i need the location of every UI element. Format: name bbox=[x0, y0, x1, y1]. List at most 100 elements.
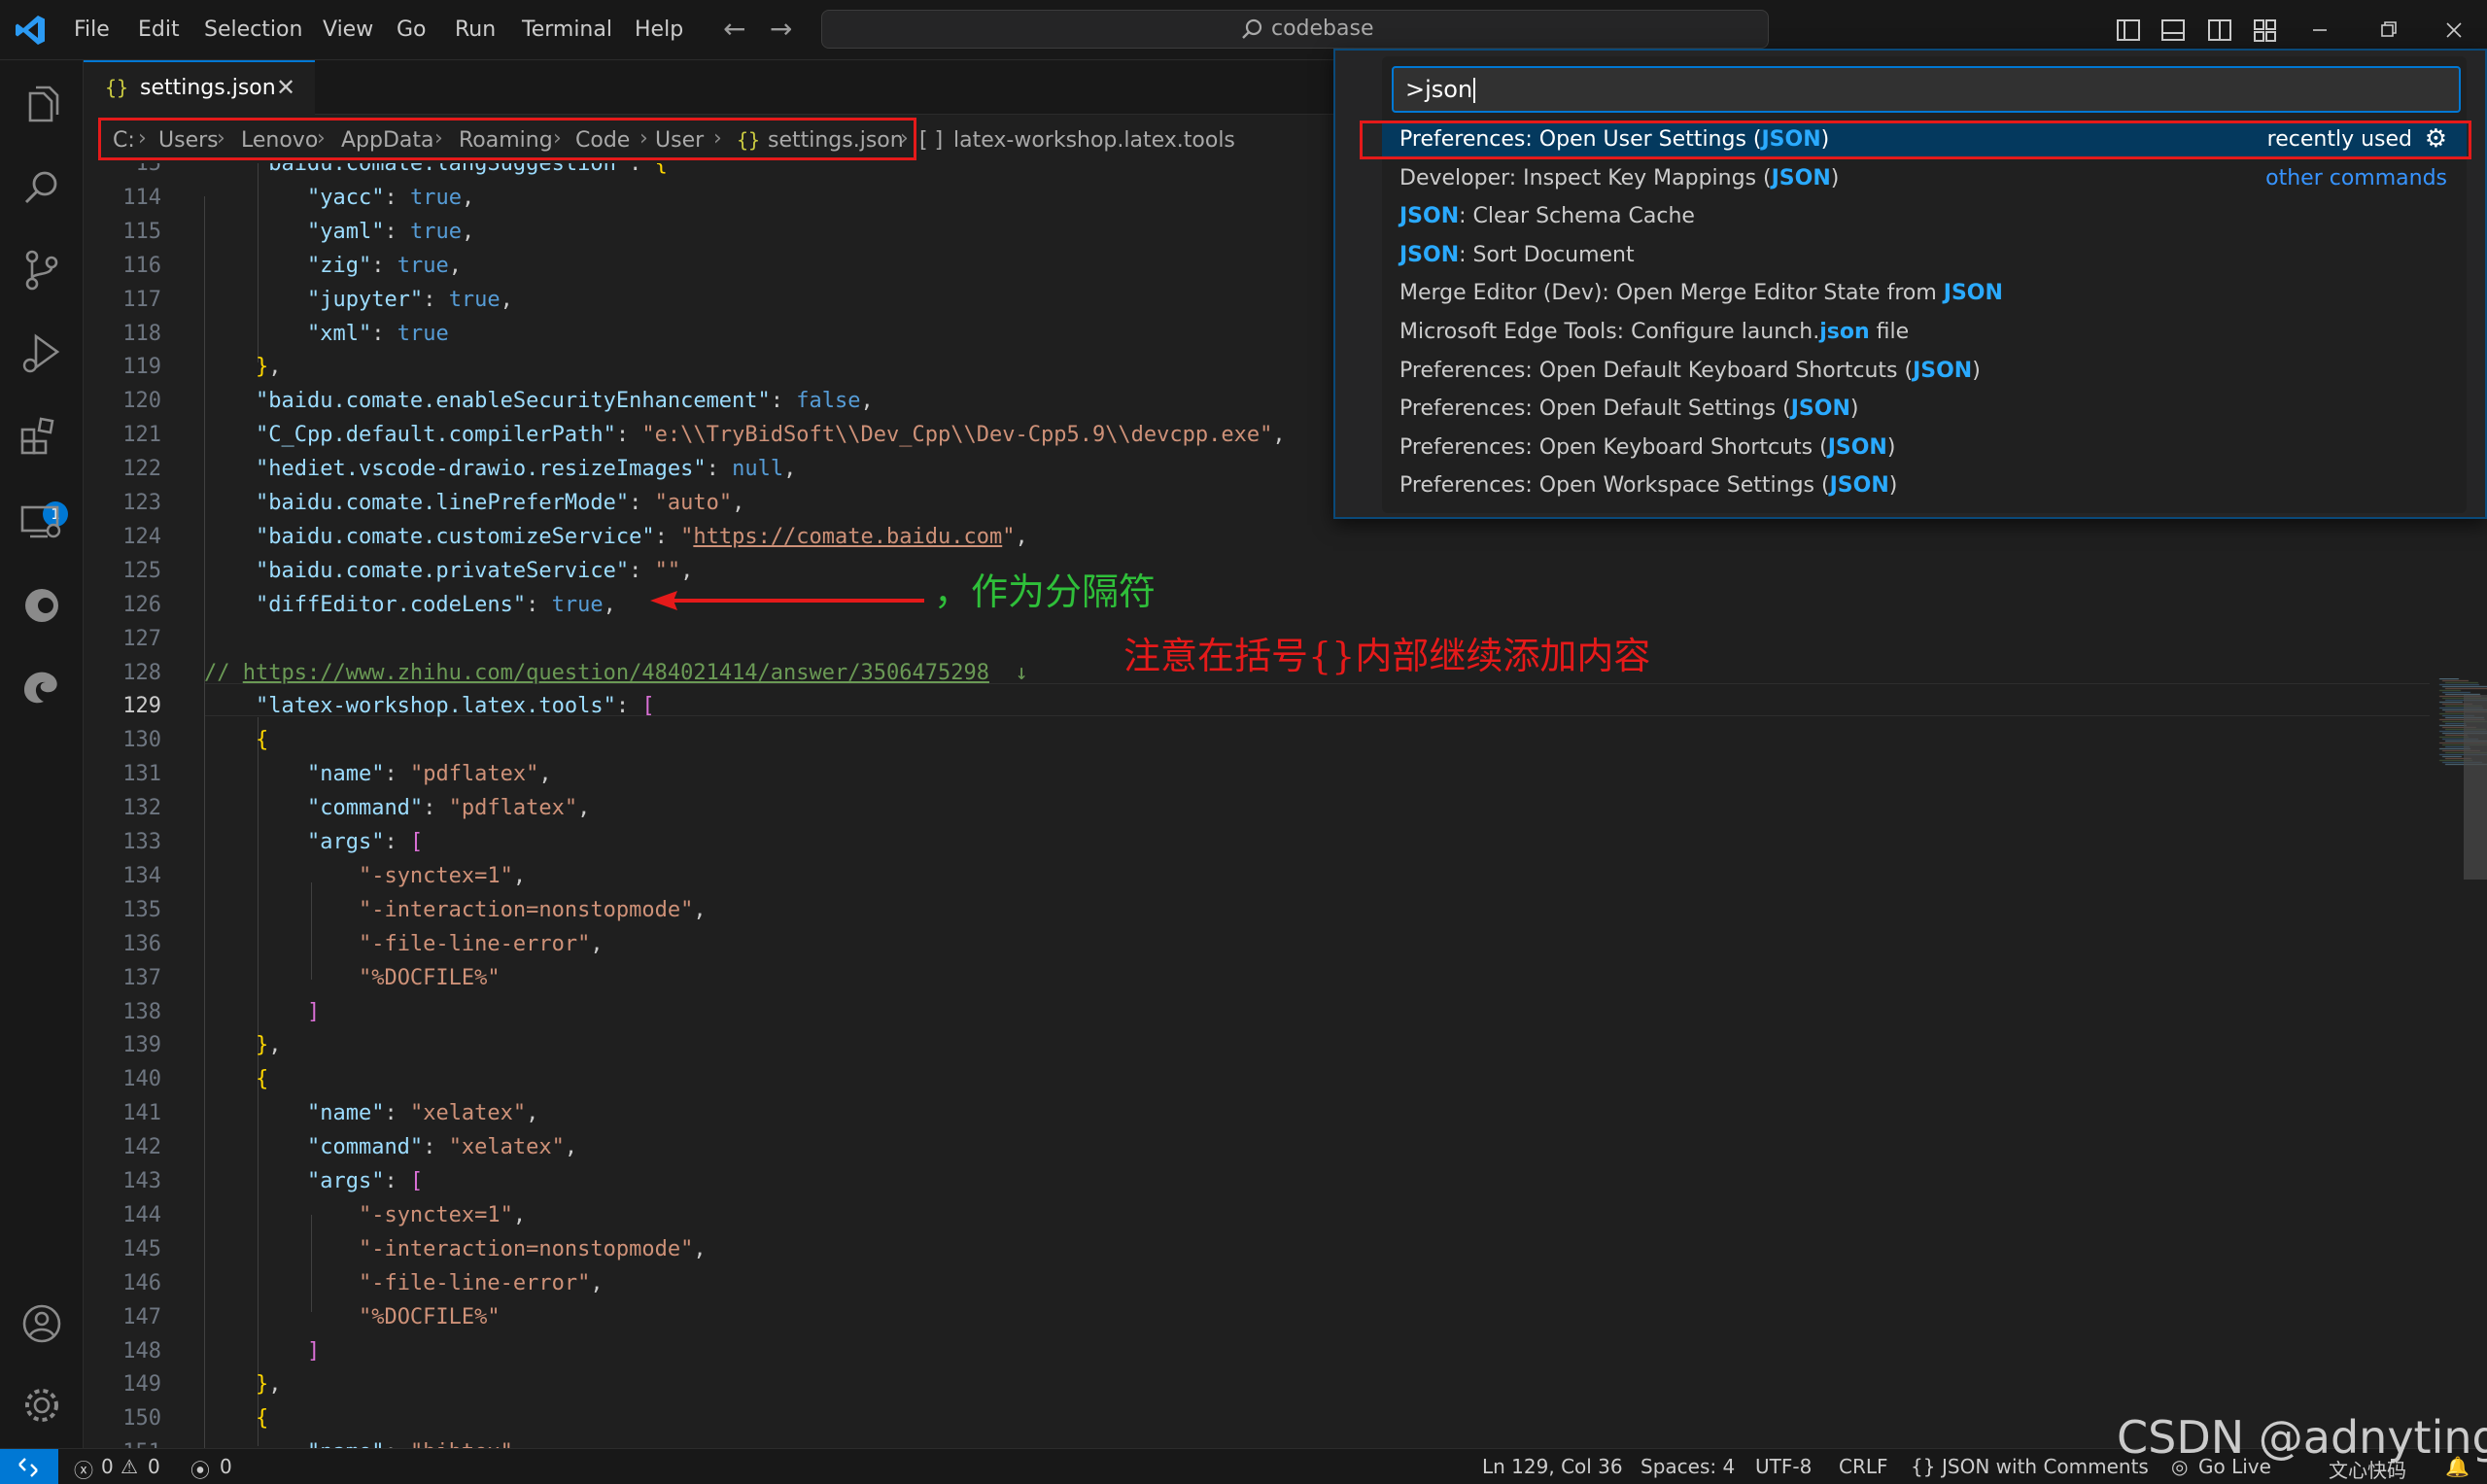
code-line: "command": "xelatex", bbox=[306, 1135, 578, 1159]
encoding[interactable]: UTF-8 bbox=[1755, 1455, 1812, 1478]
menu-run[interactable]: Run bbox=[455, 0, 496, 60]
line-number: 126 bbox=[122, 593, 161, 617]
code-line: "yacc": true, bbox=[306, 186, 475, 210]
line-number: 129 bbox=[122, 694, 161, 718]
code-line: "name": "xelatex", bbox=[306, 1101, 539, 1125]
red-arrow-icon bbox=[650, 591, 924, 610]
ports-count[interactable]: 0 bbox=[220, 1455, 232, 1478]
line-number: 134 bbox=[122, 864, 161, 888]
toggle-panel-icon[interactable] bbox=[2159, 17, 2187, 44]
line-number: 143 bbox=[122, 1169, 161, 1193]
code-line: "name": "pdflatex", bbox=[306, 762, 552, 786]
breadcrumb-highlight-box bbox=[98, 118, 916, 160]
status-bar: ⓧ 0 ⚠ 0 ⦿ 0 Ln 129, Col 36 Spaces: 4 UTF… bbox=[0, 1448, 2487, 1484]
toggle-primary-sidebar-icon[interactable] bbox=[2115, 17, 2142, 44]
bracket-annotation: 注意在括号{}内部继续添加内容 bbox=[1123, 635, 1651, 677]
command-item[interactable]: Microsoft Edge Tools: Configure launch.j… bbox=[1382, 315, 2467, 352]
line-number: 137 bbox=[122, 966, 161, 990]
warnings-count[interactable]: 0 bbox=[148, 1455, 160, 1478]
indentation[interactable]: Spaces: 4 bbox=[1641, 1455, 1735, 1478]
customize-layout-icon[interactable] bbox=[2252, 17, 2279, 44]
command-item[interactable]: Preferences: Open Default Settings (JSON… bbox=[1382, 392, 2467, 429]
edge-tools-icon[interactable] bbox=[17, 663, 67, 713]
errors-count[interactable]: 0 bbox=[101, 1455, 114, 1478]
menu-help[interactable]: Help bbox=[635, 0, 683, 60]
extensions-icon[interactable] bbox=[17, 412, 67, 463]
end-of-line[interactable]: CRLF bbox=[1839, 1455, 1888, 1478]
watermark: CSDN @adnyting bbox=[2117, 1411, 2487, 1464]
remote-explorer-icon[interactable] bbox=[17, 498, 67, 548]
code-line: }, bbox=[255, 1033, 282, 1057]
command-center[interactable]: codebase bbox=[821, 10, 1769, 49]
cursor-position[interactable]: Ln 129, Col 36 bbox=[1482, 1455, 1623, 1478]
line-number: 148 bbox=[122, 1339, 161, 1363]
indent-guide bbox=[311, 1215, 312, 1312]
close-tab-icon[interactable]: ✕ bbox=[276, 74, 295, 101]
menu-file[interactable]: File bbox=[74, 0, 110, 60]
command-item-label: JSON: Sort Document bbox=[1399, 242, 1635, 267]
comate-icon[interactable] bbox=[17, 580, 67, 631]
forward-arrow-icon[interactable]: → bbox=[770, 14, 792, 45]
code-line: "C_Cpp.default.compilerPath": "e:\\TryBi… bbox=[255, 423, 1286, 447]
close-window-icon[interactable] bbox=[2439, 16, 2469, 45]
explorer-icon[interactable] bbox=[17, 82, 67, 132]
command-item[interactable]: JSON: Clear Schema Cache bbox=[1382, 199, 2467, 236]
code-line: "-interaction=nonstopmode", bbox=[358, 898, 707, 922]
command-palette-input[interactable]: >json bbox=[1392, 66, 2461, 113]
code-line: ] bbox=[306, 1000, 321, 1024]
line-number: 15 bbox=[135, 163, 162, 176]
other-commands-label: other commands bbox=[2265, 165, 2447, 190]
line-number: 123 bbox=[122, 491, 161, 515]
line-number: 133 bbox=[122, 830, 161, 854]
command-palette: >json Preferences: Open User Settings (J… bbox=[1333, 49, 2487, 519]
command-item[interactable]: Developer: Inspect Key Mappings (JSON) ot… bbox=[1382, 161, 2467, 198]
command-item[interactable]: Preferences: Open Workspace Settings (JS… bbox=[1382, 468, 2467, 505]
line-number: 120 bbox=[122, 389, 161, 413]
warnings-icon[interactable]: ⚠ bbox=[121, 1455, 138, 1478]
menu-view[interactable]: View bbox=[323, 0, 373, 60]
breadcrumb-symbol[interactable]: latex-workshop.latex.tools bbox=[953, 128, 1235, 153]
menu-go[interactable]: Go bbox=[397, 0, 427, 60]
remote-indicator[interactable] bbox=[0, 1449, 58, 1484]
ports-icon[interactable]: ⦿ bbox=[190, 1455, 210, 1483]
code-line: "xml": true bbox=[306, 322, 449, 346]
errors-icon[interactable]: ⓧ bbox=[74, 1455, 93, 1483]
line-number: 125 bbox=[122, 559, 161, 583]
menu-edit[interactable]: Edit bbox=[138, 0, 180, 60]
code-line: "name": "bibtex", bbox=[204, 1440, 526, 1448]
command-item[interactable]: Merge Editor (Dev): Open Merge Editor St… bbox=[1382, 276, 2467, 313]
command-item[interactable]: Preferences: Open Keyboard Shortcuts (JS… bbox=[1382, 431, 2467, 467]
toggle-secondary-sidebar-icon[interactable] bbox=[2206, 17, 2233, 44]
line-number: 131 bbox=[122, 762, 161, 786]
run-debug-icon[interactable] bbox=[17, 328, 67, 379]
command-item[interactable]: JSON: Sort Document bbox=[1382, 238, 2467, 275]
code-line: "hediet.vscode-drawio.resizeImages": nul… bbox=[255, 457, 797, 481]
tab-settings-json[interactable]: {} settings.json ✕ bbox=[84, 60, 315, 115]
menu-terminal[interactable]: Terminal bbox=[522, 0, 612, 60]
line-number: 139 bbox=[122, 1033, 161, 1057]
code-line: "baidu.comate.privateService": "", bbox=[255, 559, 694, 583]
minimize-icon[interactable] bbox=[2305, 16, 2334, 45]
line-number: 122 bbox=[122, 457, 161, 481]
accounts-icon[interactable] bbox=[17, 1298, 67, 1349]
vscode-logo-icon[interactable] bbox=[14, 14, 47, 47]
source-control-icon[interactable] bbox=[17, 245, 67, 295]
command-item[interactable]: Preferences: Open Default Keyboard Short… bbox=[1382, 354, 2467, 391]
code-line: "args": [ bbox=[306, 1169, 424, 1193]
settings-gear-icon[interactable] bbox=[17, 1380, 67, 1431]
indent-guide bbox=[311, 882, 312, 980]
command-item-label: Preferences: Open Default Settings (JSON… bbox=[1399, 397, 1859, 422]
menu-selection[interactable]: Selection bbox=[204, 0, 302, 60]
restore-icon[interactable] bbox=[2373, 16, 2402, 45]
line-number: 115 bbox=[122, 220, 161, 244]
command-item-label: Merge Editor (Dev): Open Merge Editor St… bbox=[1399, 281, 2003, 306]
back-arrow-icon[interactable]: ← bbox=[723, 14, 745, 45]
command-item-label: Developer: Inspect Key Mappings (JSON) bbox=[1399, 165, 1840, 190]
search-icon[interactable] bbox=[17, 163, 67, 214]
code-line: }, bbox=[255, 355, 282, 379]
code-line: "baidu.comate.customizeService": "https:… bbox=[255, 525, 1028, 549]
vertical-scrollbar[interactable] bbox=[2464, 695, 2487, 880]
line-number: 147 bbox=[122, 1305, 161, 1329]
command-item-label: Preferences: Open Workspace Settings (JS… bbox=[1399, 473, 1898, 499]
code-line: // https://www.zhihu.com/question/484021… bbox=[204, 661, 1028, 685]
